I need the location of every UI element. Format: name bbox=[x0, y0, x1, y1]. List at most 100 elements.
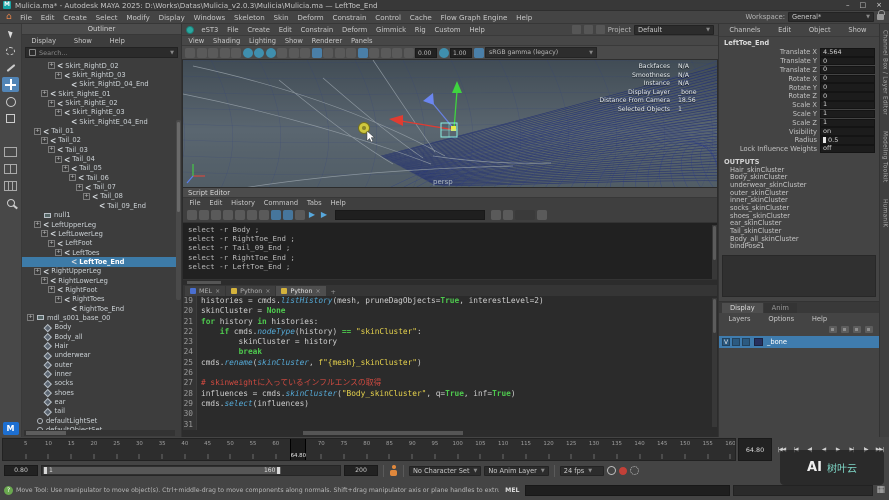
viewport-toolbar-icon[interactable] bbox=[346, 48, 356, 58]
colorspace-dropdown[interactable]: sRGB gamma (legacy)▼ bbox=[485, 47, 597, 58]
status-icon[interactable] bbox=[584, 25, 593, 34]
channel-box-menu-item[interactable]: Show bbox=[844, 26, 871, 34]
script-toolbar-icon[interactable] bbox=[259, 210, 269, 220]
script-toolbar-icon[interactable] bbox=[235, 210, 245, 220]
viewport-toolbar-icon[interactable] bbox=[266, 48, 276, 58]
color-management-icon[interactable] bbox=[474, 48, 484, 58]
script-editor-menu-item[interactable]: History bbox=[227, 199, 260, 207]
viewport-toolbar-icon[interactable] bbox=[369, 48, 379, 58]
outliner-item[interactable]: outer bbox=[22, 360, 181, 369]
attribute-value-field[interactable]: 1 bbox=[820, 110, 875, 118]
viewport-menu-item[interactable]: Shading bbox=[209, 37, 245, 45]
outliner-item[interactable]: <Tail_09_End bbox=[22, 201, 181, 210]
outliner-scrollbar[interactable] bbox=[176, 120, 181, 300]
outliner-item[interactable]: +mdl_s001_base_00 bbox=[22, 313, 181, 322]
script-toolbar-icon[interactable] bbox=[211, 210, 221, 220]
viewport-toolbar-icon[interactable] bbox=[381, 48, 391, 58]
outliner-item[interactable]: +<Tail_04 bbox=[22, 154, 181, 163]
outliner-item[interactable]: +<Skirt_RightD_03 bbox=[22, 70, 181, 79]
attribute-value-field[interactable]: 0 bbox=[820, 66, 875, 74]
outliner-item[interactable]: +<Skirt_RightE_01 bbox=[22, 89, 181, 98]
viewport-menu-item[interactable]: Renderer bbox=[307, 37, 346, 45]
outliner-item[interactable]: +<RightFoot bbox=[22, 285, 181, 294]
close-button[interactable]: × bbox=[876, 1, 882, 9]
layer-visible-toggle[interactable]: V bbox=[722, 338, 730, 346]
viewport-toolbar-icon[interactable] bbox=[185, 48, 195, 58]
layer-option-icon[interactable] bbox=[841, 326, 849, 333]
viewport-menu-item[interactable]: Show bbox=[280, 37, 307, 45]
script-editor-menu-item[interactable]: Tabs bbox=[302, 199, 326, 207]
script-toolbar-icon[interactable] bbox=[283, 210, 293, 220]
layer-row[interactable]: V _bone bbox=[719, 336, 879, 348]
outliner-item[interactable]: +<LeftFoot bbox=[22, 239, 181, 248]
outliner-persp-layout-button[interactable] bbox=[2, 195, 19, 210]
select-tool[interactable] bbox=[2, 26, 19, 41]
script-toolbar-icon[interactable] bbox=[199, 210, 209, 220]
status-icon[interactable] bbox=[596, 25, 605, 34]
est3-icon[interactable] bbox=[186, 26, 194, 34]
script-code-pane[interactable]: 19histories = cmds.listHistory(mesh, pru… bbox=[183, 296, 717, 430]
script-history-pane[interactable]: select -r Body ;select -r RightToe_End ;… bbox=[183, 223, 717, 280]
shelf-menu-item[interactable]: Custom bbox=[430, 26, 465, 34]
main-menu-item[interactable]: Constrain bbox=[328, 13, 371, 22]
anim-layer-dropdown[interactable]: No Anim Layer▼ bbox=[484, 466, 548, 476]
layer-editor-menu-item[interactable]: Layers bbox=[724, 315, 755, 323]
shelf-menu-item[interactable]: File bbox=[223, 26, 243, 34]
viewport-toolbar-icon[interactable] bbox=[243, 48, 253, 58]
lock-icon[interactable] bbox=[877, 14, 884, 20]
shelf-menu-item[interactable]: Gimmick bbox=[372, 26, 411, 34]
main-menu-item[interactable]: Help bbox=[512, 13, 537, 22]
outliner-item[interactable]: +<RightToes bbox=[22, 295, 181, 304]
attribute-value-field[interactable]: 0 bbox=[820, 83, 875, 91]
outliner-item[interactable]: <RightToe_End bbox=[22, 304, 181, 313]
outliner-item[interactable]: +<Skirt_RightE_02 bbox=[22, 98, 181, 107]
outliner-item[interactable]: +<Tail_05 bbox=[22, 164, 181, 173]
outliner-menu-item[interactable]: Display bbox=[27, 37, 60, 45]
main-menu-item[interactable]: File bbox=[16, 13, 37, 22]
main-menu-item[interactable]: Cache bbox=[405, 13, 436, 22]
script-editor-menu-item[interactable]: Command bbox=[259, 199, 302, 207]
viewport-toolbar-icon[interactable] bbox=[197, 48, 207, 58]
main-menu-item[interactable]: Skeleton bbox=[230, 13, 269, 22]
current-frame-marker[interactable]: 64.80 bbox=[290, 439, 306, 460]
channel-box-menu-item[interactable]: Channels bbox=[725, 26, 765, 34]
outliner-item[interactable]: socks bbox=[22, 379, 181, 388]
outliner-item[interactable]: +<Tail_03 bbox=[22, 145, 181, 154]
script-editor-menu-item[interactable]: Edit bbox=[205, 199, 227, 207]
home-icon[interactable]: ⌂ bbox=[2, 12, 16, 22]
shelf-menu-item[interactable]: Create bbox=[243, 26, 274, 34]
workspace-dropdown[interactable]: General*▼ bbox=[788, 12, 874, 22]
outliner-item[interactable]: +<Skirt_RightD_02 bbox=[22, 61, 181, 70]
scale-tool[interactable] bbox=[2, 111, 19, 126]
attribute-value-field[interactable]: 1 bbox=[820, 119, 875, 127]
outliner-item[interactable]: <Skirt_RightE_04_End bbox=[22, 117, 181, 126]
script-editor-menu-item[interactable]: File bbox=[185, 199, 205, 207]
history-scrollbar[interactable] bbox=[712, 225, 717, 279]
main-menu-item[interactable]: Create bbox=[59, 13, 91, 22]
outliner-item[interactable]: <Skirt_RightD_04_End bbox=[22, 80, 181, 89]
output-node[interactable]: bindPose1 bbox=[719, 243, 879, 251]
outliner-hscrollbar[interactable] bbox=[24, 430, 175, 436]
range-slider[interactable]: 1 160 bbox=[41, 465, 341, 476]
main-menu-item[interactable]: Skin bbox=[269, 13, 293, 22]
rotate-tool[interactable] bbox=[2, 94, 19, 109]
outliner-item[interactable]: +<LeftToes bbox=[22, 248, 181, 257]
viewport-toolbar-icon[interactable] bbox=[220, 48, 230, 58]
layer-playback-toggle[interactable] bbox=[732, 338, 740, 346]
current-time-field[interactable]: 64.80 bbox=[738, 438, 772, 461]
attribute-value-field[interactable]: 1 bbox=[820, 101, 875, 109]
character-set-dropdown[interactable]: No Character Set▼ bbox=[409, 466, 481, 476]
execute-icon[interactable]: ▶ bbox=[307, 210, 317, 220]
outliner-item[interactable]: +<Tail_01 bbox=[22, 126, 181, 135]
shelf-menu-item[interactable]: Constrain bbox=[296, 26, 337, 34]
outliner-item[interactable]: underwear bbox=[22, 351, 181, 360]
animation-end-field[interactable]: 200 bbox=[344, 465, 378, 476]
minimize-button[interactable]: – bbox=[846, 1, 850, 9]
outliner-item[interactable]: +<LeftUpperLeg bbox=[22, 220, 181, 229]
outliner-item[interactable]: Hair bbox=[22, 341, 181, 350]
outliner-item[interactable]: inner bbox=[22, 369, 181, 378]
shelf-menu-item[interactable]: Help bbox=[465, 26, 489, 34]
code-hscrollbar[interactable] bbox=[183, 430, 717, 436]
execute-all-icon[interactable]: ▶ bbox=[319, 210, 329, 220]
layer-editor-menu-item[interactable]: Options bbox=[764, 315, 799, 323]
